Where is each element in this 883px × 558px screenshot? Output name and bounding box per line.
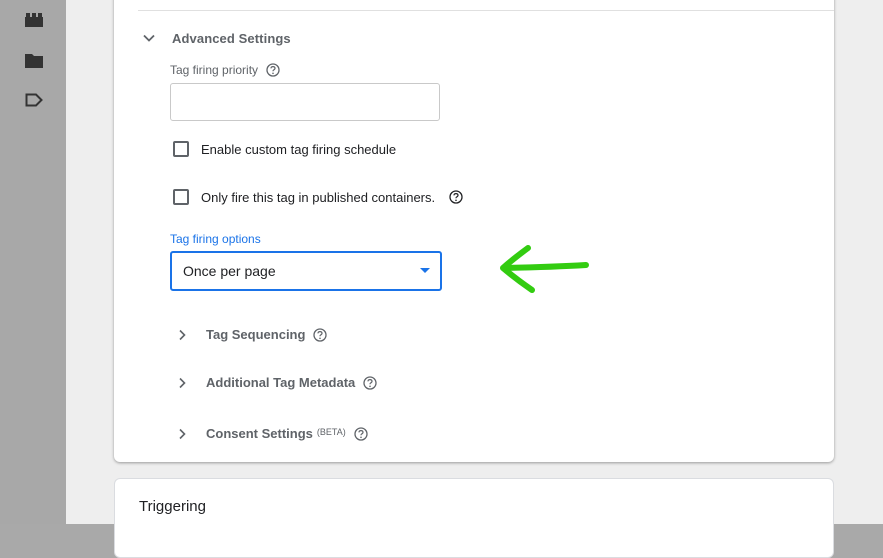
custom-schedule-checkbox[interactable] [173, 141, 189, 157]
firing-options-select[interactable]: Once per page [170, 251, 442, 291]
chevron-right-icon [179, 377, 186, 388]
dropdown-caret-icon [420, 268, 430, 273]
folder-icon[interactable] [25, 53, 43, 69]
tag-configuration-card: Advanced Settings Tag firing priority En… [114, 0, 834, 462]
chevron-right-icon [179, 329, 186, 340]
custom-schedule-row[interactable]: Enable custom tag firing schedule [173, 141, 396, 157]
help-circle-icon[interactable] [313, 327, 328, 342]
consent-settings-label: Consent Settings [206, 426, 313, 441]
tag-icon[interactable] [25, 93, 43, 109]
help-circle-icon[interactable] [354, 426, 368, 441]
help-circle-icon[interactable] [449, 190, 463, 204]
main-stage: Advanced Settings Tag firing priority En… [66, 0, 883, 558]
tag-sequencing-label: Tag Sequencing [206, 327, 306, 342]
priority-label-text: Tag firing priority [170, 63, 259, 77]
firing-options-label: Tag firing options [170, 232, 261, 246]
annotation-arrow-icon [500, 245, 589, 293]
custom-schedule-label: Enable custom tag firing schedule [201, 141, 397, 157]
additional-metadata-toggle[interactable]: Additional Tag Metadata [176, 375, 377, 390]
priority-label: Tag firing priority [170, 63, 280, 77]
chevron-right-icon [179, 428, 186, 439]
published-only-row[interactable]: Only fire this tag in published containe… [173, 189, 463, 205]
beta-badge: (BETA) [316, 426, 346, 437]
published-only-label: Only fire this tag in published containe… [201, 189, 436, 205]
triggering-title: Triggering [139, 498, 206, 515]
help-circle-icon[interactable] [363, 375, 377, 390]
help-circle-icon[interactable] [266, 63, 280, 77]
priority-input[interactable] [170, 83, 440, 121]
left-icon-rail [0, 0, 66, 524]
advanced-settings-toggle[interactable]: Advanced Settings [142, 28, 291, 48]
additional-metadata-label: Additional Tag Metadata [206, 375, 356, 390]
advanced-settings-title: Advanced Settings [172, 30, 291, 46]
published-only-checkbox[interactable] [173, 189, 189, 205]
containers-icon[interactable] [25, 13, 43, 29]
divider [138, 10, 834, 11]
firing-options-value: Once per page [183, 263, 276, 279]
chevron-down-icon [143, 34, 155, 42]
consent-settings-toggle[interactable]: Consent Settings (BETA) [176, 426, 368, 441]
triggering-card[interactable]: Triggering [114, 478, 834, 558]
tag-sequencing-toggle[interactable]: Tag Sequencing [176, 327, 328, 342]
